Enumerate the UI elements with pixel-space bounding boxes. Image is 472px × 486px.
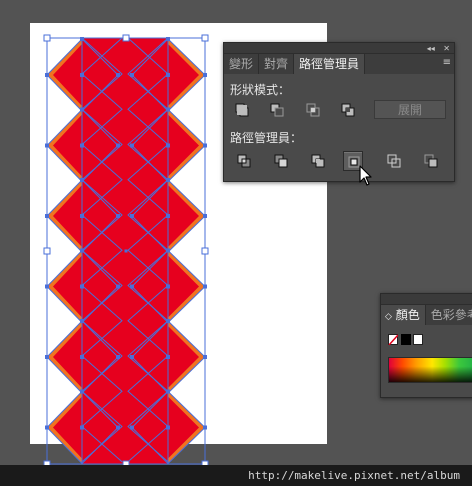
anchor-point <box>166 319 170 323</box>
tab-align[interactable]: 對齊 <box>259 54 295 74</box>
exclude-icon[interactable] <box>338 100 358 120</box>
divide-icon[interactable] <box>234 151 254 171</box>
bounding-box-handle[interactable] <box>201 34 209 42</box>
center-point <box>124 249 128 253</box>
trim-icon[interactable] <box>271 151 291 171</box>
anchor-point <box>80 248 84 253</box>
minus-front-icon[interactable] <box>267 100 287 120</box>
anchor-point <box>166 73 170 77</box>
anchor-point <box>166 389 170 394</box>
anchor-point <box>130 284 134 289</box>
unite-icon[interactable] <box>232 100 252 120</box>
anchor-point <box>116 143 120 148</box>
anchor-point <box>130 355 134 359</box>
black-swatch[interactable] <box>401 334 411 345</box>
anchor-point <box>80 355 84 359</box>
merge-icon[interactable] <box>308 151 328 171</box>
anchor-point <box>116 73 120 77</box>
anchor-point <box>130 425 134 430</box>
anchor-point <box>80 143 84 148</box>
anchor-point <box>166 248 170 253</box>
bounding-box-handle[interactable] <box>43 34 51 42</box>
anchor-point <box>116 425 120 430</box>
minus-back-icon[interactable] <box>421 151 441 171</box>
anchor-point <box>80 107 84 112</box>
close-icon[interactable]: ✕ <box>443 44 450 53</box>
bounding-box-handle[interactable] <box>201 247 209 255</box>
tab-arrow-icon: ◇ <box>385 312 392 322</box>
panel-tabs: 變形 對齊 路徑管理員 ≡ <box>224 54 454 74</box>
color-panel: ◇ 顏色 色彩參考 <box>380 293 472 398</box>
tab-pathfinder[interactable]: 路徑管理員 <box>294 54 366 74</box>
anchor-point <box>166 214 170 218</box>
anchor-point <box>166 143 170 148</box>
outline-icon[interactable] <box>384 151 404 171</box>
anchor-point <box>166 178 170 182</box>
color-spectrum[interactable] <box>388 357 472 383</box>
anchor-point <box>80 319 84 323</box>
anchor-point <box>80 73 84 77</box>
color-panel-tabs: ◇ 顏色 色彩參考 <box>381 305 472 325</box>
white-swatch[interactable] <box>413 334 423 345</box>
mouse-cursor-icon <box>359 165 372 186</box>
watermark-url: http://makelive.pixnet.net/album <box>0 465 472 486</box>
anchor-point <box>80 284 84 289</box>
expand-button[interactable]: 展開 <box>374 100 446 119</box>
anchor-point <box>116 214 120 218</box>
pathfinders-label: 路徑管理員： <box>230 131 303 145</box>
tab-color-guide[interactable]: 色彩參考 <box>426 305 472 325</box>
anchor-point <box>116 355 120 359</box>
anchor-point <box>130 73 134 77</box>
bounding-box-handle[interactable] <box>43 247 51 255</box>
anchor-point <box>80 389 84 394</box>
panel-titlebar[interactable]: ◂◂ ✕ <box>224 43 454 54</box>
bounding-box-handle[interactable] <box>122 34 130 42</box>
tab-color-label: 顏色 <box>395 308 420 322</box>
anchor-point <box>130 143 134 148</box>
anchor-point <box>80 178 84 182</box>
tab-color[interactable]: ◇ 顏色 <box>381 305 426 325</box>
anchor-point <box>116 284 120 289</box>
anchor-point <box>166 284 170 289</box>
tab-transform[interactable]: 變形 <box>224 54 260 74</box>
color-panel-titlebar[interactable] <box>381 294 472 305</box>
collapse-icon[interactable]: ◂◂ <box>427 44 435 53</box>
pathfinder-panel: ◂◂ ✕ 變形 對齊 路徑管理員 ≡ 形狀模式： 展開 路徑管理員： <box>223 42 455 182</box>
none-swatch[interactable] <box>388 334 398 345</box>
anchor-point <box>166 355 170 359</box>
anchor-point <box>166 425 170 430</box>
anchor-point <box>80 425 84 430</box>
intersect-icon[interactable] <box>303 100 323 120</box>
shape-modes-label: 形狀模式： <box>230 83 291 97</box>
anchor-point <box>166 107 170 112</box>
anchor-point <box>130 214 134 218</box>
panel-menu-icon[interactable]: ≡ <box>443 57 451 69</box>
anchor-point <box>80 214 84 218</box>
